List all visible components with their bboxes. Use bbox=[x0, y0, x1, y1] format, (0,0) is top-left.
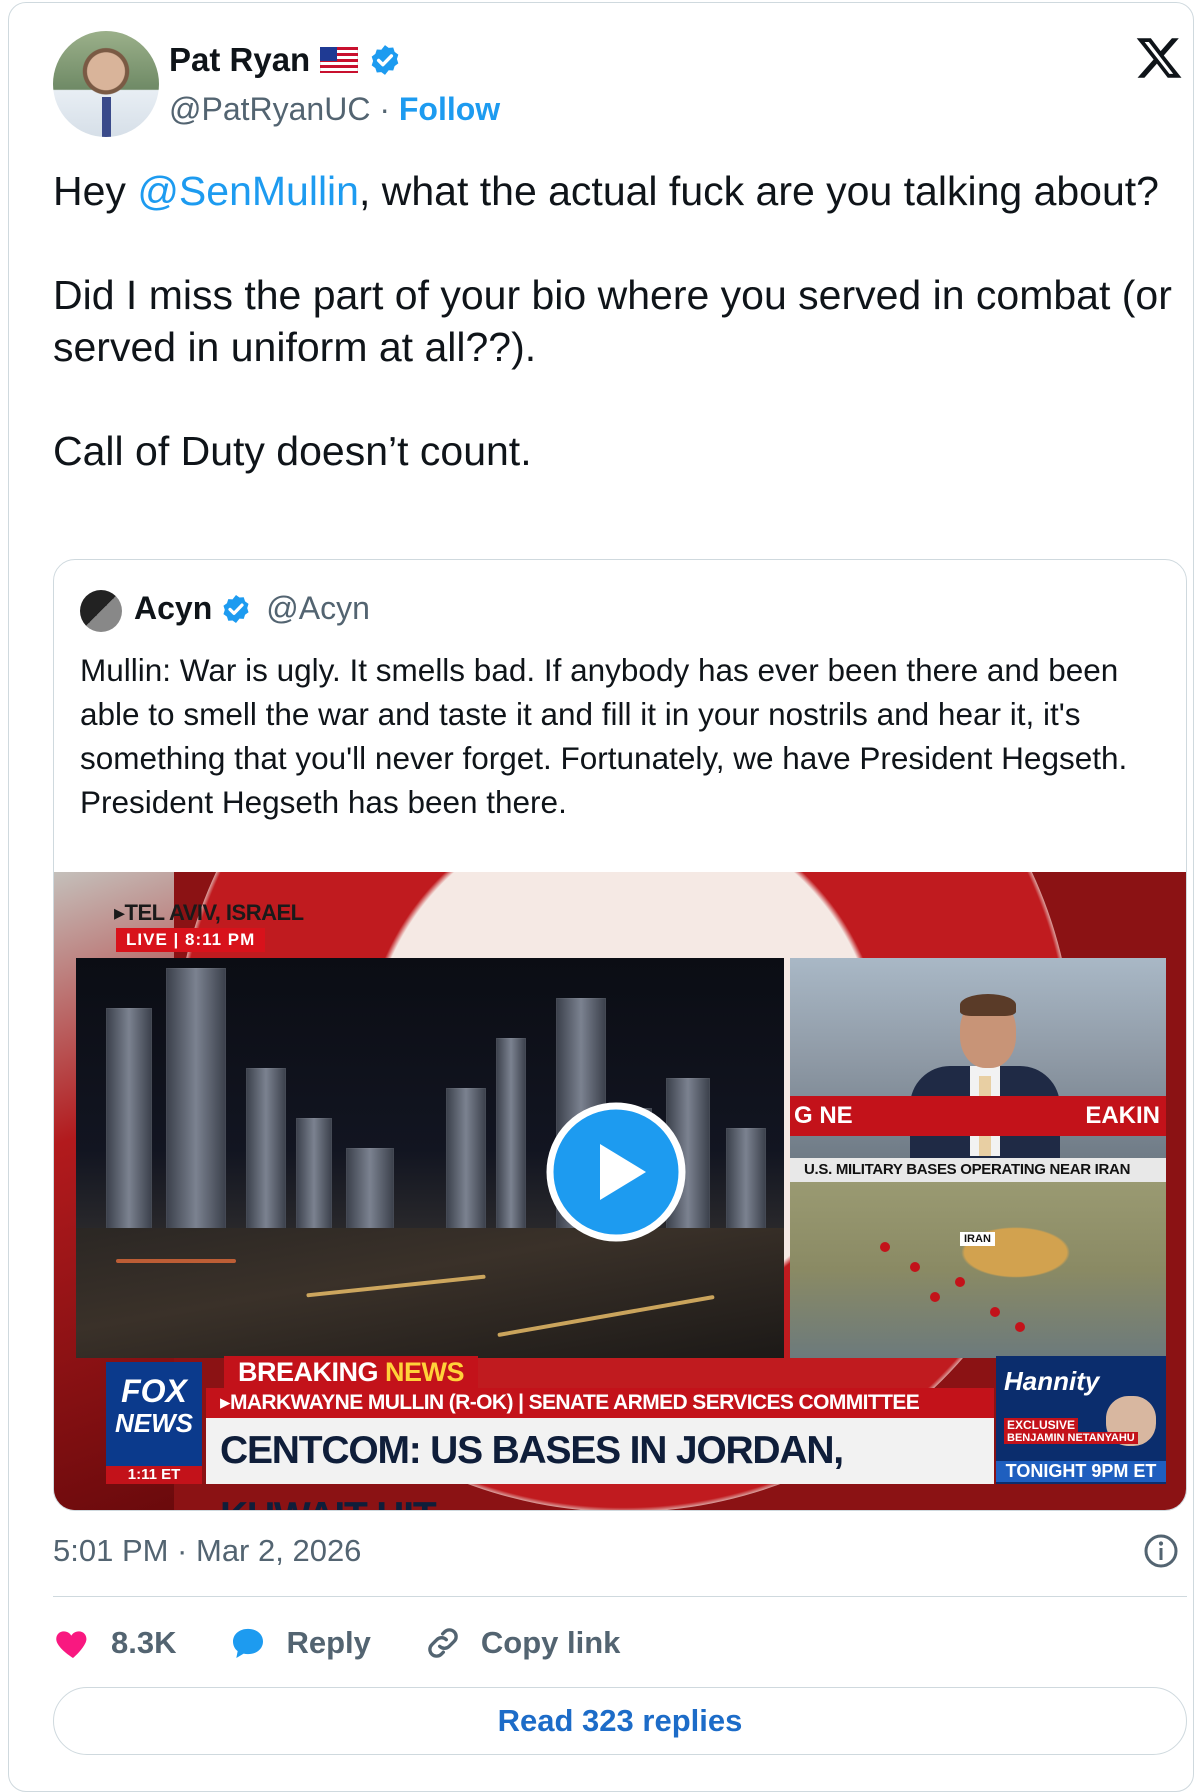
heart-icon bbox=[56, 1631, 87, 1658]
quoted-author-row: Acyn @Acyn bbox=[134, 590, 370, 627]
subheadline-bar: ▸MARKWAYNE MULLIN (R-OK) | SENATE ARMED … bbox=[206, 1388, 994, 1418]
location-label: ▸TEL AVIV, ISRAEL bbox=[114, 900, 304, 925]
live-indicator: LIVE | 8:11 PM bbox=[116, 928, 266, 952]
verified-badge-icon bbox=[223, 594, 249, 623]
tweet-text-rest: , what the actual fuck are you talking a… bbox=[358, 168, 1159, 214]
tweet-timestamp[interactable]: 5:01 PM · Mar 2, 2026 bbox=[53, 1533, 361, 1569]
quoted-tweet-text: Mullin: War is ugly. It smells bad. If a… bbox=[80, 652, 1128, 820]
breaking-word: BREAKING bbox=[238, 1357, 379, 1387]
reply-bubble-icon bbox=[233, 1628, 264, 1658]
mention-link[interactable]: @SenMullin bbox=[137, 168, 359, 214]
like-button[interactable]: 8.3K bbox=[53, 1623, 176, 1663]
like-count: 8.3K bbox=[111, 1625, 177, 1660]
live-text: LIVE bbox=[126, 930, 168, 949]
author-avatar[interactable] bbox=[53, 31, 159, 137]
follow-button[interactable]: Follow bbox=[399, 91, 500, 127]
live-time: 8:11 PM bbox=[185, 930, 256, 949]
promo-guest: BENJAMIN NETANYAHU bbox=[1004, 1432, 1138, 1444]
play-icon[interactable] bbox=[544, 1100, 688, 1244]
promo-time: TONIGHT 9PM ET bbox=[996, 1461, 1166, 1482]
quoted-author-handle: @Acyn bbox=[266, 590, 370, 626]
map-title: U.S. MILITARY BASES OPERATING NEAR IRAN bbox=[790, 1158, 1166, 1182]
quoted-author-name: Acyn bbox=[134, 590, 213, 626]
network-line-2: NEWS bbox=[115, 1408, 193, 1438]
tweet-paragraph-3: Call of Duty doesn’t count. bbox=[53, 428, 532, 474]
author-handle-row: @PatRyanUC · Follow bbox=[169, 91, 500, 128]
promo-exclusive: EXCLUSIVE bbox=[1004, 1418, 1079, 1432]
tweet-paragraph-1: Hey @SenMullin, what the actual fuck are… bbox=[53, 165, 1173, 217]
tweet-body: Hey @SenMullin, what the actual fuck are… bbox=[53, 165, 1173, 477]
author-name-row: Pat Ryan bbox=[169, 41, 402, 79]
studio-ticker-right: EAKIN bbox=[1085, 1102, 1160, 1129]
headline-bar: CENTCOM: US BASES IN JORDAN, KUWAIT HIT bbox=[206, 1418, 994, 1510]
author-handle[interactable]: @PatRyanUC bbox=[169, 91, 370, 127]
bases-map: IRAN bbox=[790, 1182, 1166, 1358]
quoted-tweet[interactable]: Acyn @Acyn Mullin: War is ugly. It smell… bbox=[53, 559, 1187, 1511]
video-player[interactable]: ▸TEL AVIV, ISRAEL LIVE | 8:11 PM G NE EA… bbox=[54, 872, 1186, 1510]
news-word: NEWS bbox=[385, 1357, 465, 1387]
copy-link-button[interactable]: Copy link bbox=[423, 1623, 621, 1663]
show-promo: Hannity EXCLUSIVE BENJAMIN NETANYAHU TON… bbox=[996, 1356, 1166, 1484]
read-replies-button[interactable]: Read 323 replies bbox=[53, 1687, 1187, 1755]
fox-news-logo: FOX NEWS 1:11 ET bbox=[106, 1362, 202, 1484]
breaking-news-bar: BREAKING NEWS bbox=[224, 1356, 479, 1388]
action-bar: 8.3K Reply Copy link bbox=[53, 1621, 672, 1665]
reply-button[interactable]: Reply bbox=[228, 1623, 371, 1663]
studio-feed: G NE EAKIN U.S. MILITARY BASES OPERATING… bbox=[790, 958, 1166, 1358]
network-line-1: FOX bbox=[121, 1373, 187, 1409]
author-name[interactable]: Pat Ryan bbox=[169, 41, 310, 79]
verified-badge-icon bbox=[371, 45, 399, 75]
link-icon bbox=[428, 1628, 458, 1658]
separator-dot: · bbox=[379, 91, 390, 127]
tweet-paragraph-2: Did I miss the part of your bio where yo… bbox=[53, 272, 1172, 370]
studio-ticker-left: G NE bbox=[794, 1102, 853, 1129]
studio-ticker: G NE EAKIN bbox=[790, 1096, 1166, 1136]
tweet-text-prefix: Hey bbox=[53, 168, 138, 214]
promo-show-name: Hannity bbox=[1004, 1366, 1100, 1396]
divider bbox=[53, 1596, 1187, 1597]
us-flag-icon bbox=[320, 47, 359, 73]
reply-label: Reply bbox=[286, 1625, 371, 1660]
map-label: IRAN bbox=[960, 1232, 995, 1246]
copy-link-label: Copy link bbox=[480, 1625, 621, 1660]
tweet-embed-card: Pat Ryan @PatRyanUC · Follow Hey @SenMul… bbox=[8, 2, 1194, 1792]
quoted-author-avatar bbox=[80, 590, 122, 632]
info-icon[interactable] bbox=[1143, 1533, 1179, 1569]
x-logo-icon[interactable] bbox=[1133, 33, 1185, 83]
network-time: 1:11 ET bbox=[106, 1466, 202, 1484]
